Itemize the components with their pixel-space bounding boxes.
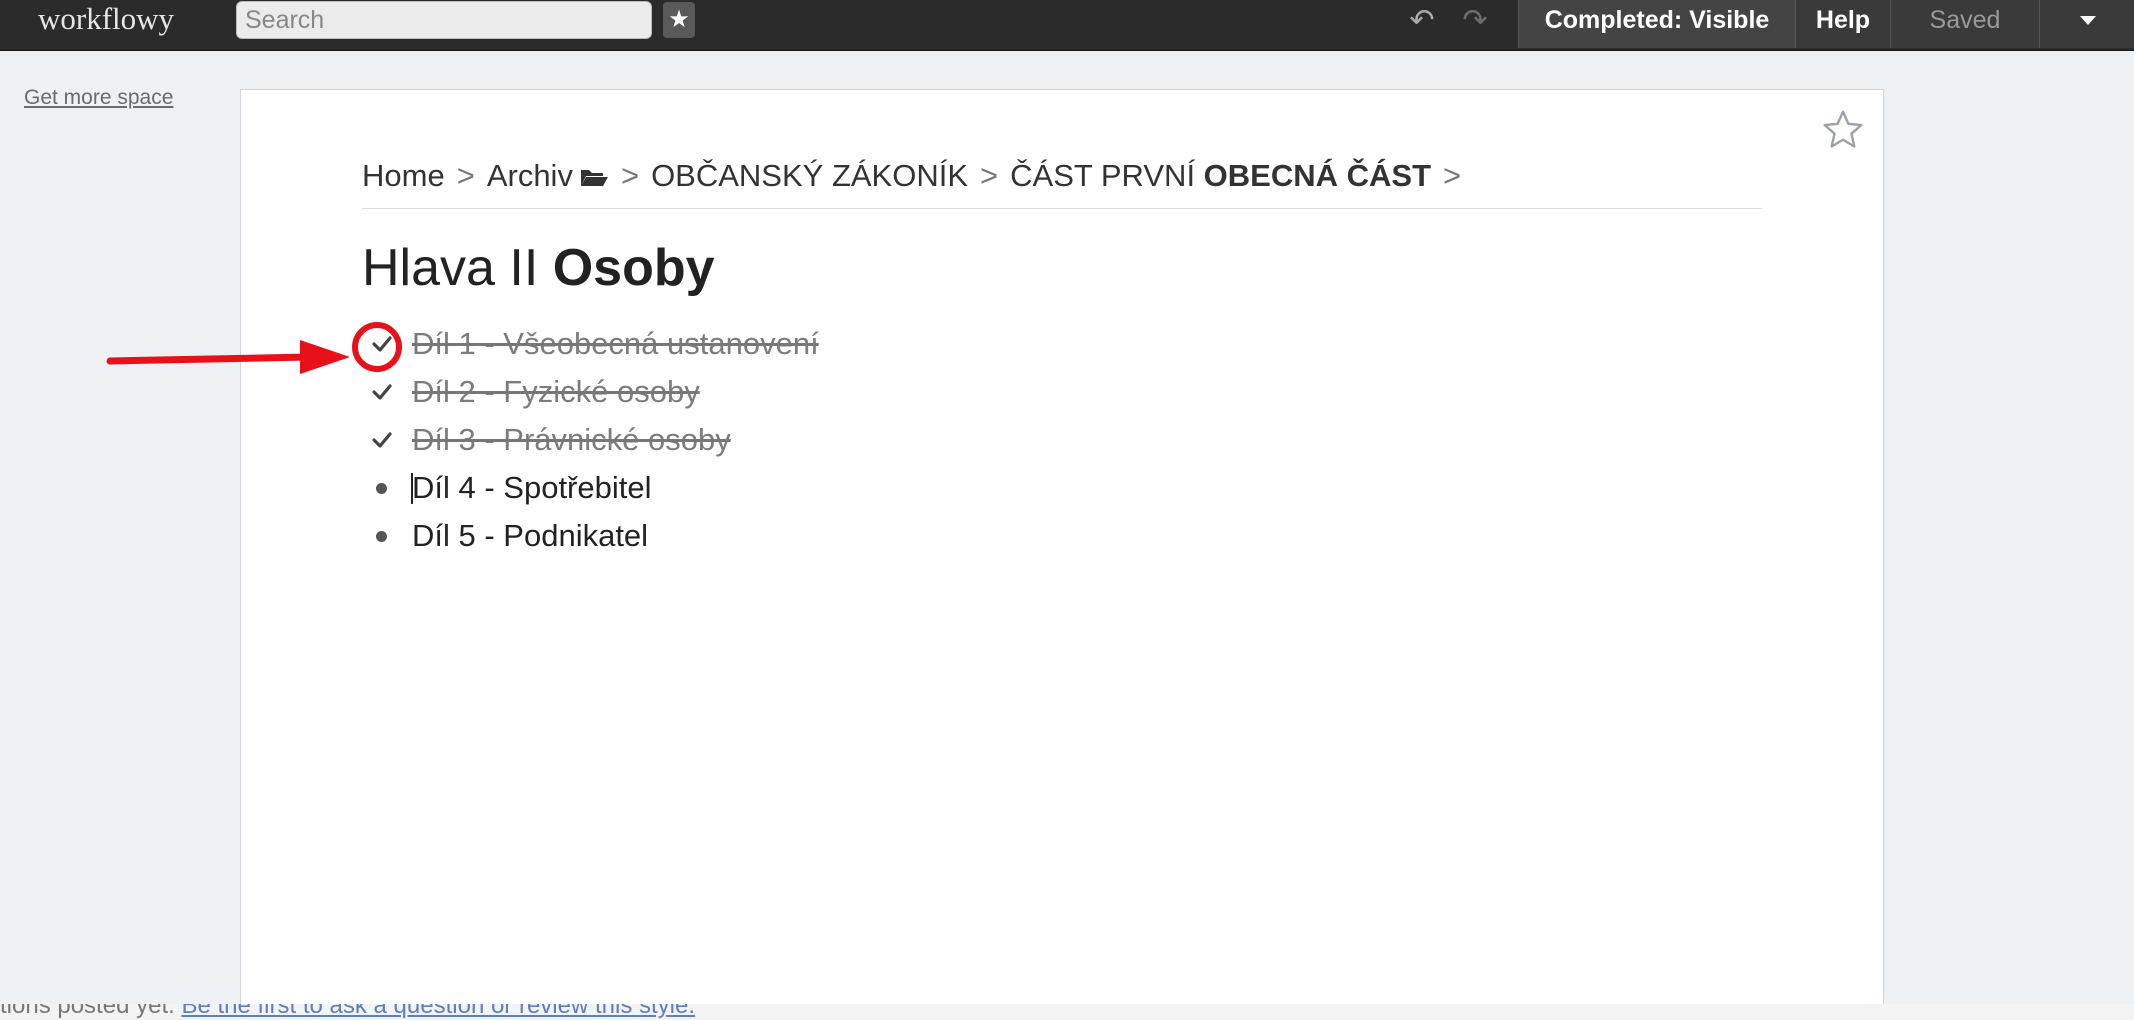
breadcrumb-cast-prvni-bold: OBECNÁ ČÁST	[1203, 158, 1432, 193]
breadcrumb-cast-prvni-normal: ČÁST PRVNÍ	[1010, 158, 1204, 193]
breadcrumb-separator: >	[980, 158, 999, 193]
page-title-bold: Osoby	[552, 239, 715, 297]
get-more-space-link[interactable]: Get more space	[24, 86, 173, 110]
redo-button[interactable]: ↷	[1455, 4, 1495, 38]
list-item-text[interactable]: Díl 4 - Spotřebitel	[412, 464, 652, 512]
bottom-text: tions posted yet. Be the first to ask a …	[0, 1004, 695, 1020]
checkmark-icon[interactable]	[370, 428, 394, 452]
bottom-partial-text: tions posted yet.	[0, 1004, 175, 1019]
list-item-text[interactable]: Díl 5 - Podnikatel	[412, 512, 648, 560]
list-item-text[interactable]: Díl 3 - Právnické osoby	[412, 416, 731, 464]
star-icon: ★	[668, 6, 690, 33]
undo-icon: ↶	[1409, 4, 1435, 37]
list-item-text[interactable]: Díl 2 - Fyzické osoby	[412, 368, 700, 416]
app-logo[interactable]: workflowy	[38, 0, 174, 40]
main-panel: Home > Archiv > OBČANSKÝ ZÁKONÍK > ČÁST PRVNÍ …	[240, 89, 1884, 1020]
bullet-icon[interactable]	[376, 483, 387, 494]
checkmark-icon[interactable]	[370, 380, 394, 404]
help-button[interactable]: Help	[1795, 0, 1890, 48]
undo-button[interactable]: ↶	[1402, 4, 1442, 38]
settings-dropdown-button[interactable]	[2039, 0, 2134, 48]
annotation-circle	[352, 322, 402, 372]
completed-visibility-button[interactable]: Completed: Visible	[1518, 0, 1795, 48]
top-bar: workflowy ★ ↶ ↷ Completed: Visible Help …	[0, 0, 2134, 51]
breadcrumb: Home > Archiv > OBČANSKÝ ZÁKONÍK > ČÁST PRVNÍ …	[362, 158, 1762, 209]
breadcrumb-home[interactable]: Home	[362, 158, 445, 193]
saved-status: Saved	[1890, 0, 2039, 48]
redo-icon: ↷	[1462, 4, 1488, 37]
breadcrumb-separator: >	[1443, 158, 1462, 193]
star-outline-icon[interactable]	[1821, 108, 1865, 152]
breadcrumb-separator: >	[456, 158, 475, 193]
folder-open-icon	[579, 160, 609, 196]
breadcrumb-archiv[interactable]: Archiv	[487, 158, 573, 193]
starred-button[interactable]: ★	[663, 2, 695, 38]
bullet-icon[interactable]	[376, 531, 387, 542]
breadcrumb-cast-prvni[interactable]: ČÁST PRVNÍ OBECNÁ ČÁST	[1010, 158, 1431, 193]
breadcrumb-separator: >	[620, 158, 640, 193]
annotation-arrow-icon	[106, 340, 350, 374]
page-title-normal: Hlava II	[362, 239, 553, 297]
chevron-down-icon	[2079, 16, 2096, 25]
search-input[interactable]	[236, 1, 652, 39]
bottom-strip: tions posted yet. Be the first to ask a …	[0, 1004, 2134, 1020]
page-title[interactable]: Hlava II Osoby	[362, 238, 715, 298]
list-item-text[interactable]: Díl 1 - Všeobecná ustanovení	[412, 320, 819, 368]
bottom-review-link[interactable]: Be the first to ask a question or review…	[181, 1004, 695, 1019]
breadcrumb-obcansky-zakonik[interactable]: OBČANSKÝ ZÁKONÍK	[651, 158, 968, 193]
